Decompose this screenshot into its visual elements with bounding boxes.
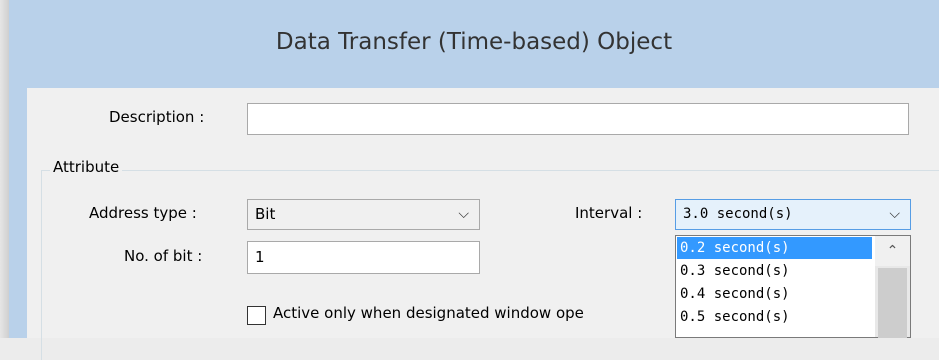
scrollbar-thumb[interactable] [878, 268, 907, 338]
dialog-window: Data Transfer (Time-based) Object Descri… [9, 0, 939, 360]
chevron-down-icon[interactable]: ⌵ [889, 200, 900, 229]
address-type-combobox[interactable]: Bit ⌵ [247, 199, 480, 230]
interval-dropdown-list[interactable]: 0.2 second(s) 0.3 second(s) 0.4 second(s… [675, 235, 911, 338]
bit-count-input[interactable]: 1 [247, 241, 480, 274]
dialog-client-area: Description : Attribute Address type : B… [27, 88, 939, 360]
background-window-edge [0, 0, 9, 338]
bit-count-label: No. of bit : [124, 247, 203, 265]
address-type-value: Bit [255, 205, 276, 223]
active-window-checkbox[interactable] [247, 306, 266, 325]
chevron-down-icon[interactable]: ⌵ [458, 200, 469, 229]
interval-option[interactable]: 0.5 second(s) [677, 306, 872, 328]
description-input[interactable] [247, 103, 909, 135]
description-label: Description : [109, 108, 205, 126]
address-type-label: Address type : [89, 204, 197, 222]
interval-label: Interval : [575, 204, 643, 222]
interval-option[interactable]: 0.2 second(s) [677, 237, 872, 259]
title-bar[interactable]: Data Transfer (Time-based) Object [9, 0, 939, 88]
chevron-up-icon[interactable]: ⌃ [875, 236, 910, 266]
interval-combobox[interactable]: 3.0 second(s) ⌵ [675, 199, 911, 230]
attribute-group-title: Attribute [50, 158, 123, 176]
active-window-checkbox-label[interactable]: Active only when designated window ope [273, 304, 673, 322]
dropdown-scrollbar[interactable]: ⌃ [875, 236, 910, 338]
interval-option[interactable]: 0.4 second(s) [677, 283, 872, 305]
dialog-title: Data Transfer (Time-based) Object [275, 29, 673, 55]
interval-value: 3.0 second(s) [683, 206, 793, 222]
interval-option[interactable]: 0.3 second(s) [677, 260, 872, 282]
